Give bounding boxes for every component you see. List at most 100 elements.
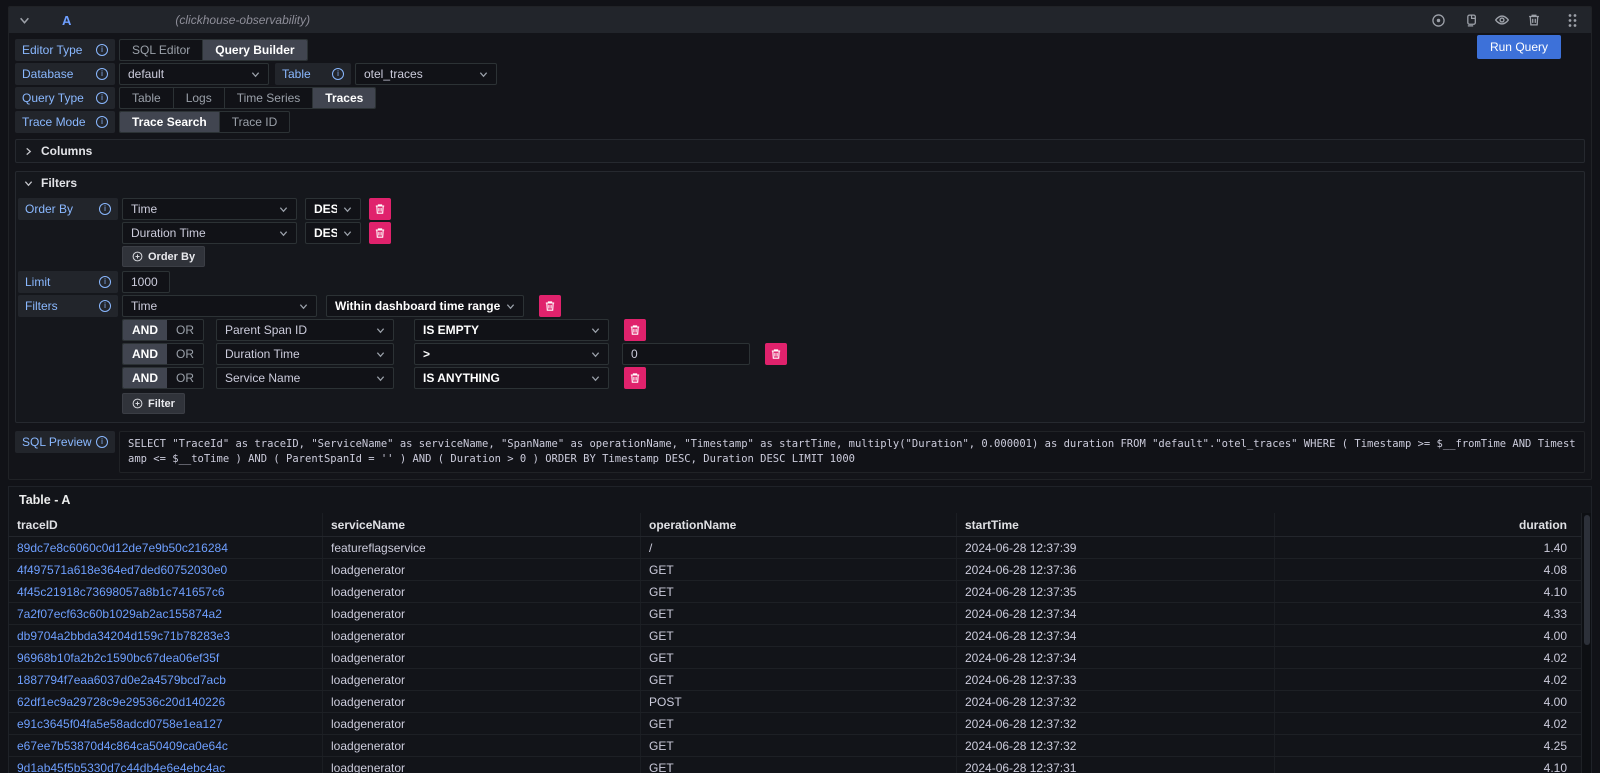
filter-operator-select[interactable]: IS EMPTY bbox=[414, 319, 609, 341]
start-time-cell: 2024-06-28 12:37:31 bbox=[957, 757, 1275, 773]
filter-field-select[interactable]: Parent Span ID bbox=[216, 319, 394, 341]
info-icon[interactable] bbox=[99, 203, 111, 215]
info-icon[interactable] bbox=[96, 436, 108, 448]
operation-name-cell: GET bbox=[641, 757, 957, 773]
remove-order-by-button[interactable] bbox=[369, 222, 391, 244]
filter-field-select[interactable]: Duration Time bbox=[216, 343, 394, 365]
table-row: 4f45c21918c73698057a8b1c741657c6 loadgen… bbox=[9, 581, 1581, 603]
info-icon[interactable] bbox=[99, 300, 111, 312]
hide-response-eye-icon[interactable] bbox=[1493, 11, 1511, 29]
trace-id-link[interactable]: 7a2f07ecf63c60b1029ab2ac155874a2 bbox=[17, 607, 222, 621]
filter-value-input[interactable] bbox=[622, 343, 750, 365]
remove-query-trash-icon[interactable] bbox=[1525, 11, 1543, 29]
add-filter-button[interactable]: Filter bbox=[122, 393, 185, 414]
column-header-operationname[interactable]: operationName bbox=[641, 513, 957, 536]
run-query-button[interactable]: Run Query bbox=[1477, 35, 1561, 59]
editor-type-query-builder[interactable]: Query Builder bbox=[203, 40, 306, 60]
query-type-time-series[interactable]: Time Series bbox=[225, 88, 314, 108]
database-select[interactable]: default bbox=[119, 63, 269, 85]
bool-and-option[interactable]: AND bbox=[123, 344, 167, 364]
chevron-right-icon bbox=[24, 147, 33, 156]
info-icon[interactable] bbox=[99, 276, 111, 288]
editor-type-label-text: Editor Type bbox=[22, 43, 82, 57]
order-by-direction-select[interactable]: DESC bbox=[305, 198, 361, 220]
duplicate-icon[interactable] bbox=[1461, 11, 1479, 29]
remove-filter-button[interactable] bbox=[624, 319, 646, 341]
bool-or-option[interactable]: OR bbox=[167, 344, 203, 364]
info-icon[interactable] bbox=[96, 92, 108, 104]
remove-order-by-button[interactable] bbox=[369, 198, 391, 220]
remove-filter-button[interactable] bbox=[624, 367, 646, 389]
filter-field-select[interactable]: Service Name bbox=[216, 367, 394, 389]
bool-and-option[interactable]: AND bbox=[123, 320, 167, 340]
trace-id-link[interactable]: e67ee7b53870d4c864ca50409ca0e64c bbox=[17, 739, 228, 753]
table-select[interactable]: otel_traces bbox=[355, 63, 497, 85]
collapse-query-chevron-icon[interactable] bbox=[19, 15, 30, 26]
filter-operator-select[interactable]: > bbox=[414, 343, 609, 365]
service-name-cell: loadgenerator bbox=[323, 669, 641, 690]
query-type-logs[interactable]: Logs bbox=[174, 88, 225, 108]
start-time-cell: 2024-06-28 12:37:33 bbox=[957, 669, 1275, 690]
editor-type-sql-editor[interactable]: SQL Editor bbox=[120, 40, 203, 60]
filter-field-value: Duration Time bbox=[225, 347, 300, 361]
remove-filter-button[interactable] bbox=[539, 295, 561, 317]
order-by-field-select[interactable]: Duration Time bbox=[122, 222, 297, 244]
info-icon[interactable] bbox=[96, 68, 108, 80]
scrollbar-thumb[interactable] bbox=[1584, 515, 1590, 645]
filters-label: Filters bbox=[18, 295, 118, 317]
service-name-cell: loadgenerator bbox=[323, 559, 641, 580]
info-icon[interactable] bbox=[96, 116, 108, 128]
filters-section-title: Filters bbox=[41, 176, 77, 190]
chevron-down-icon bbox=[279, 229, 288, 238]
duration-cell: 4.00 bbox=[1275, 625, 1581, 646]
order-by-direction-select[interactable]: DESC bbox=[305, 222, 361, 244]
trace-id-link[interactable]: 62df1ec9a29728c9e29536c20d140226 bbox=[17, 695, 225, 709]
trace-id-link[interactable]: 89dc7e8c6060c0d12de7e9b50c216284 bbox=[17, 541, 228, 555]
chevron-down-icon bbox=[279, 205, 288, 214]
chevron-down-icon bbox=[506, 302, 515, 311]
info-icon[interactable] bbox=[96, 44, 108, 56]
filters-section-header[interactable]: Filters bbox=[16, 172, 1584, 194]
order-by-field-value: Time bbox=[131, 202, 157, 216]
query-type-table[interactable]: Table bbox=[120, 88, 174, 108]
trace-mode-trace-id[interactable]: Trace ID bbox=[220, 112, 290, 132]
trace-id-link[interactable]: e91c3645f04fa5e58adcd0758e1ea127 bbox=[17, 717, 223, 731]
start-time-cell: 2024-06-28 12:37:32 bbox=[957, 735, 1275, 756]
query-type-traces[interactable]: Traces bbox=[313, 88, 375, 108]
filter-field-select[interactable]: Time bbox=[122, 295, 317, 317]
add-order-by-button[interactable]: Order By bbox=[122, 246, 205, 267]
trace-id-link[interactable]: 96968b10fa2b2c1590bc67dea06ef35f bbox=[17, 651, 219, 665]
editor-type-label: Editor Type bbox=[15, 39, 115, 61]
column-header-starttime[interactable]: startTime bbox=[957, 513, 1275, 536]
trace-id-link[interactable]: 1887794f7eaa6037d0e2a4579bcd7acb bbox=[17, 673, 226, 687]
trace-id-link[interactable]: 9d1ab45f5b5330d7c44db4e6e4ebc4ac bbox=[17, 761, 225, 773]
trace-id-link[interactable]: 4f45c21918c73698057a8b1c741657c6 bbox=[17, 585, 225, 599]
bool-or-option[interactable]: OR bbox=[167, 320, 203, 340]
order-by-field-select[interactable]: Time bbox=[122, 198, 297, 220]
trace-id-link[interactable]: db9704a2bbda34204d159c71b78283e3 bbox=[17, 629, 230, 643]
remove-filter-button[interactable] bbox=[765, 343, 787, 365]
drag-handle-icon[interactable] bbox=[1563, 11, 1581, 29]
filter-condition-row: AND OR Duration Time > bbox=[122, 343, 1582, 365]
filter-field-value: Parent Span ID bbox=[225, 323, 307, 337]
column-header-servicename[interactable]: serviceName bbox=[323, 513, 641, 536]
sql-preview-code: SELECT "TraceId" as traceID, "ServiceNam… bbox=[119, 431, 1585, 473]
column-header-duration[interactable]: duration bbox=[1275, 513, 1581, 536]
trace-mode-trace-search[interactable]: Trace Search bbox=[120, 112, 220, 132]
columns-section-header[interactable]: Columns bbox=[16, 140, 1584, 162]
filter-operator-select[interactable]: IS ANYTHING bbox=[414, 367, 609, 389]
panel-title[interactable]: Table - A bbox=[9, 487, 1591, 513]
duration-cell: 4.08 bbox=[1275, 559, 1581, 580]
column-header-traceid[interactable]: traceID bbox=[9, 513, 323, 536]
query-ref-id[interactable]: A bbox=[62, 13, 71, 28]
query-editor-body: Run Query Editor Type SQL Editor Query B… bbox=[9, 33, 1591, 480]
chevron-down-icon bbox=[376, 350, 385, 359]
limit-input[interactable] bbox=[122, 271, 170, 293]
filter-operator-select[interactable]: Within dashboard time range bbox=[326, 295, 524, 317]
bool-and-option[interactable]: AND bbox=[123, 368, 167, 388]
bool-or-option[interactable]: OR bbox=[167, 368, 203, 388]
trace-id-link[interactable]: 4f497571a618e364ed7ded60752030e0 bbox=[17, 563, 227, 577]
trace-mode-row: Trace Mode Trace Search Trace ID bbox=[15, 111, 1585, 133]
datasource-help-icon[interactable] bbox=[1429, 11, 1447, 29]
info-icon[interactable] bbox=[332, 68, 344, 80]
